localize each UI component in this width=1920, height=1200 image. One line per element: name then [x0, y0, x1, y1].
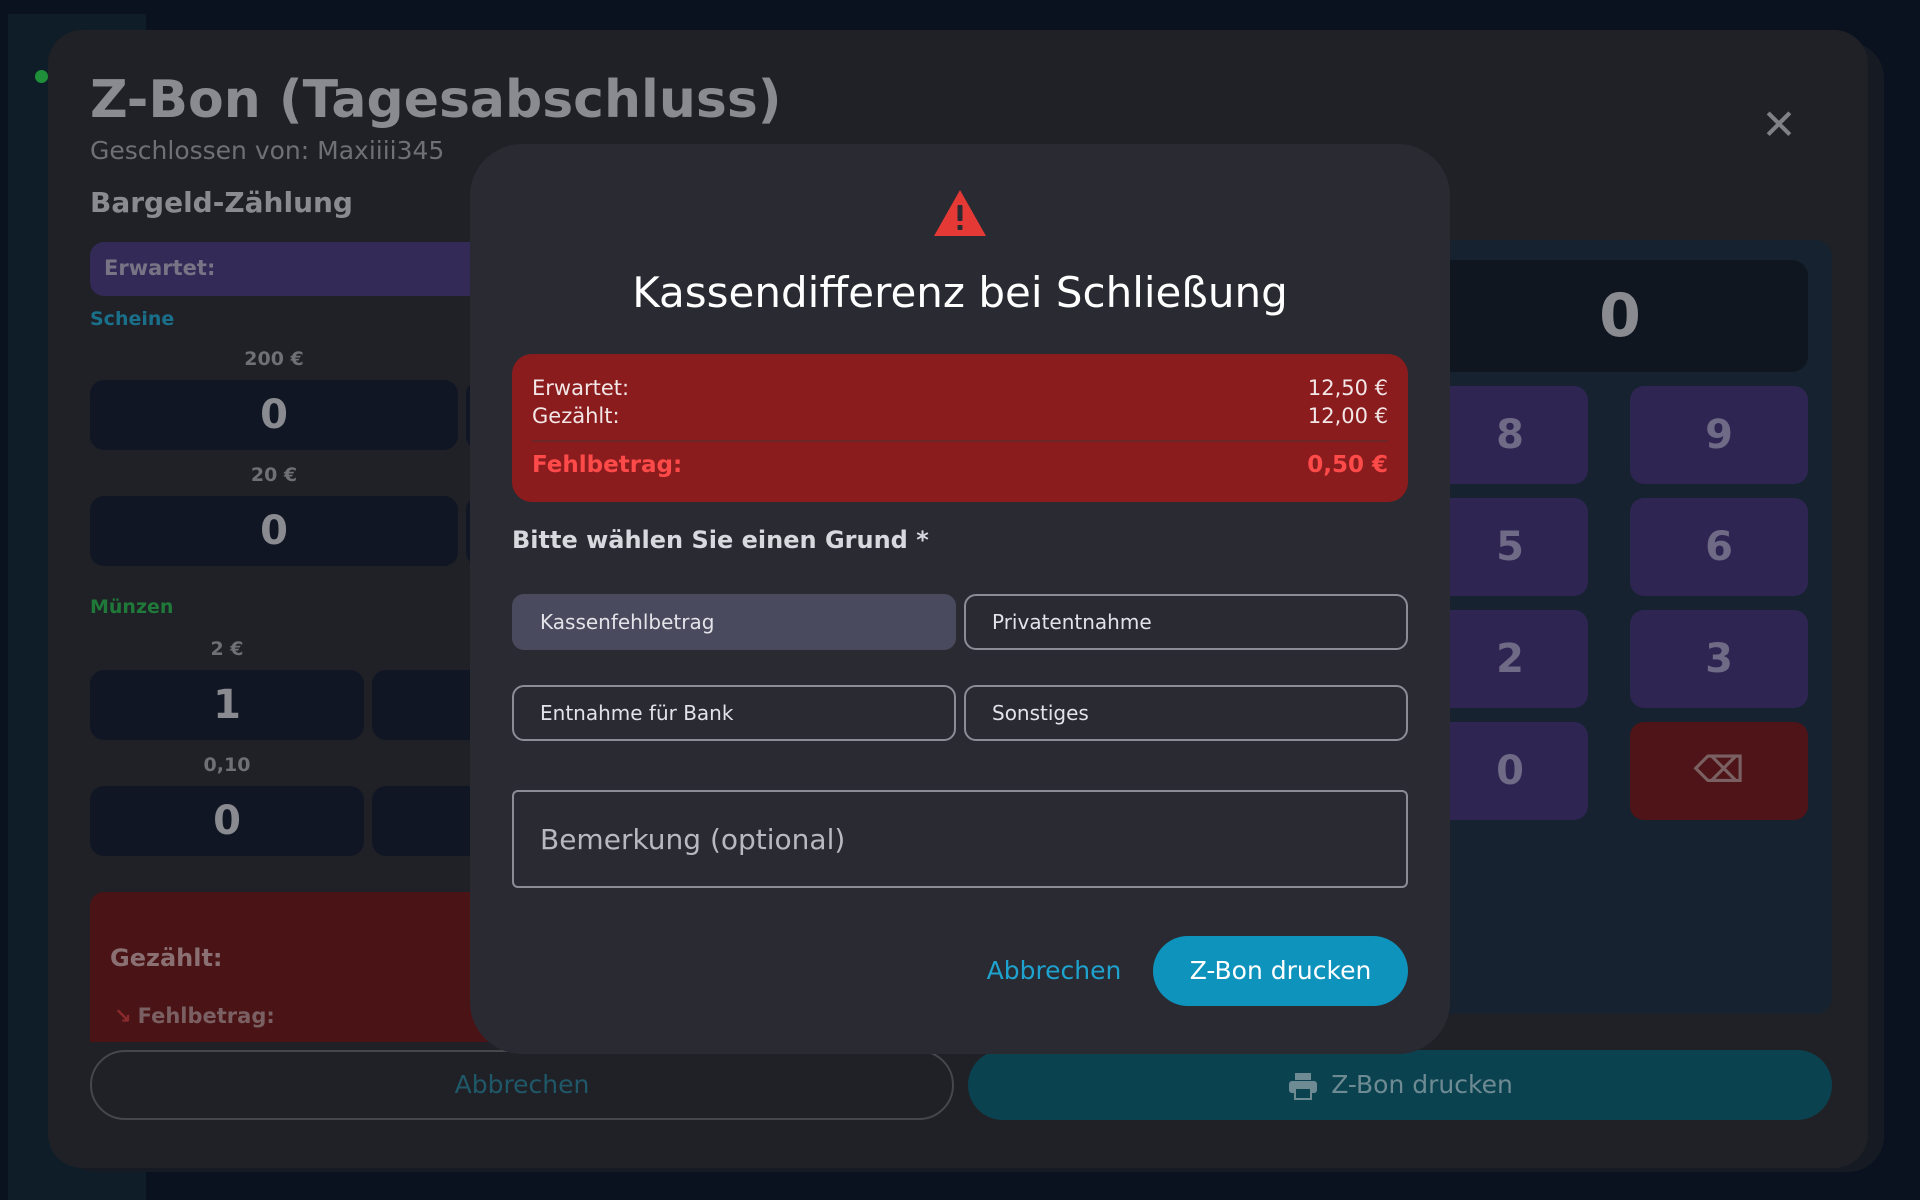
counted-summary: Gezählt: ↘ Fehlbetrag:	[90, 892, 530, 1042]
keypad-key-8[interactable]: 8	[1432, 386, 1588, 484]
window-print-label: Z-Bon drucken	[1331, 1070, 1513, 1099]
expected-value: 12,50 €	[1307, 376, 1388, 400]
expected-label: Erwartet:	[104, 256, 216, 280]
keypad-key-3[interactable]: 3	[1630, 610, 1808, 708]
dialog-title: Kassendifferenz bei Schließung	[632, 268, 1288, 317]
window-print-button[interactable]: Z-Bon drucken	[968, 1050, 1832, 1120]
coins-label: Münzen	[90, 596, 174, 618]
counted-label: Gezählt:	[110, 944, 223, 972]
keypad-key-5[interactable]: 5	[1432, 498, 1588, 596]
counted-label: Gezählt:	[532, 404, 620, 428]
keypad-key-2[interactable]: 2	[1432, 610, 1588, 708]
cancel-button[interactable]: Abbrechen	[974, 936, 1134, 1006]
denomination-label: 0,10	[203, 754, 251, 776]
section-title: Bargeld-Zählung	[90, 186, 353, 219]
reason-option-privatentnahme[interactable]: Privatentnahme	[964, 594, 1408, 650]
print-zbon-button[interactable]: Z-Bon drucken	[1153, 936, 1408, 1006]
shortfall-value: 0,50 €	[1307, 452, 1388, 478]
expected-label: Erwartet:	[532, 376, 630, 400]
counted-value: 12,00 €	[1307, 404, 1388, 428]
denomination-label: 200 €	[244, 348, 304, 370]
cash-difference-dialog: Kassendifferenz bei Schließung Erwartet:…	[470, 144, 1450, 1054]
shortfall-row: Fehlbetrag: 0,50 €	[532, 452, 1388, 478]
count-field[interactable]: 0	[90, 380, 458, 450]
denomination-label: 20 €	[250, 464, 298, 486]
difference-summary: Erwartet: 12,50 € Gezählt: 12,00 € Fehlb…	[512, 354, 1408, 502]
status-dot	[35, 70, 48, 83]
reason-option-kassenfehlbetrag[interactable]: Kassenfehlbetrag	[512, 594, 956, 650]
keypad-key-0[interactable]: 0	[1432, 722, 1588, 820]
printer-icon	[1289, 1073, 1318, 1100]
expected-row: Erwartet: 12,50 €	[532, 376, 1388, 400]
counted-row: Gezählt: 12,00 €	[532, 404, 1388, 428]
reason-option-entnahme-bank[interactable]: Entnahme für Bank	[512, 685, 956, 741]
shortfall-label: Fehlbetrag:	[532, 452, 683, 478]
shortfall-label-row: ↘ Fehlbetrag:	[114, 1004, 275, 1028]
denomination-label: 2 €	[210, 638, 244, 660]
expected-bar: Erwartet:	[90, 242, 510, 296]
count-field[interactable]: 1	[90, 670, 364, 740]
divider	[532, 440, 1388, 442]
count-field[interactable]: 0	[90, 496, 458, 566]
warning-icon	[934, 190, 986, 236]
trend-down-icon: ↘	[114, 1004, 132, 1028]
backspace-icon[interactable]: ⌫	[1630, 722, 1808, 820]
window-cancel-button[interactable]: Abbrechen	[90, 1050, 954, 1120]
count-field[interactable]	[372, 670, 482, 740]
remark-input[interactable]	[512, 790, 1408, 888]
window-title: Z-Bon (Tagesabschluss)	[90, 70, 782, 130]
reason-prompt: Bitte wählen Sie einen Grund *	[512, 526, 929, 554]
shortfall-label: Fehlbetrag:	[137, 1004, 275, 1028]
keypad-key-6[interactable]: 6	[1630, 498, 1808, 596]
count-field[interactable]: 0	[90, 786, 364, 856]
close-icon[interactable]: ✕	[1756, 102, 1802, 148]
keypad-key-9[interactable]: 9	[1630, 386, 1808, 484]
reason-option-sonstiges[interactable]: Sonstiges	[964, 685, 1408, 741]
bills-label: Scheine	[90, 308, 175, 330]
window-subtitle: Geschlossen von: Maxiiii345	[90, 136, 445, 165]
count-field[interactable]	[372, 786, 482, 856]
keypad-display: 0	[1432, 260, 1808, 372]
